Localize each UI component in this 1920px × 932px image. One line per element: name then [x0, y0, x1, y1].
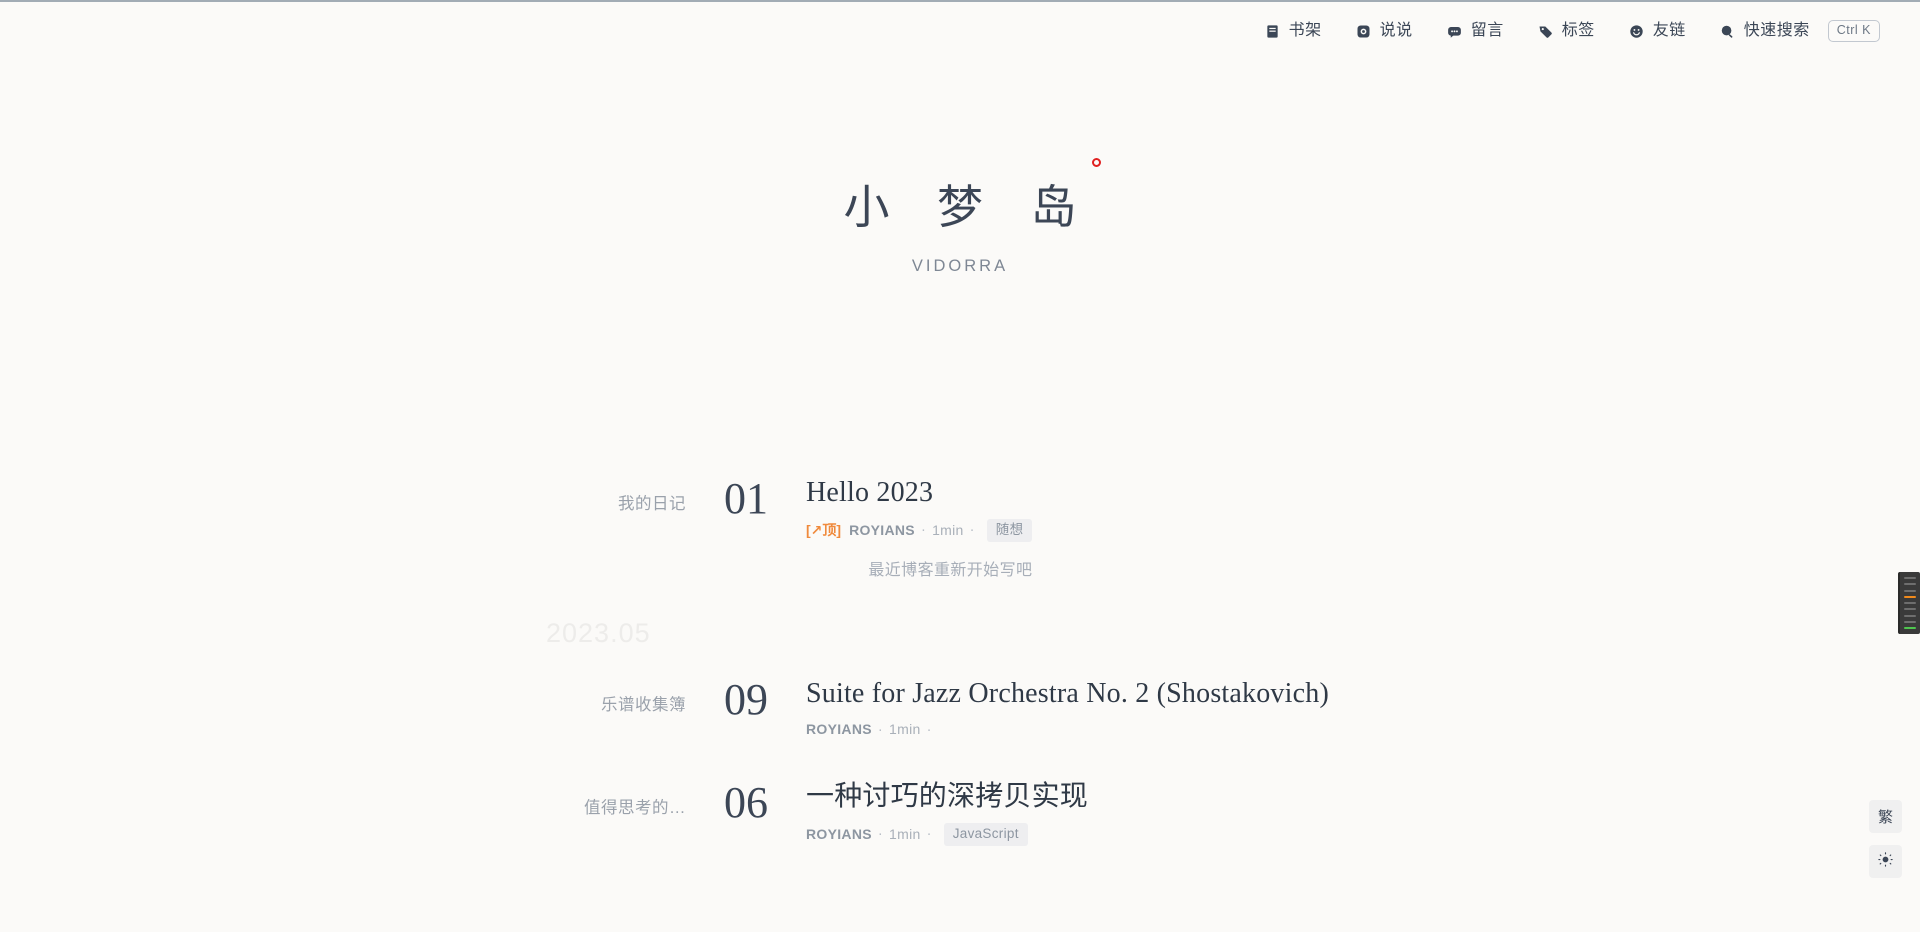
scroll-position-indicator[interactable]: [1898, 572, 1920, 634]
post-read-time: 1min: [889, 721, 921, 738]
tick-mark: [1904, 602, 1916, 604]
post-list: 我的日记 01 Hello 2023 [↗顶] ROYIANS · 1min ·…: [0, 470, 1920, 880]
list-item[interactable]: 我的日记 01 Hello 2023 [↗顶] ROYIANS · 1min ·…: [0, 470, 1920, 580]
post-category[interactable]: 乐谱收集簿: [0, 671, 686, 715]
post-title[interactable]: Hello 2023: [806, 476, 1032, 510]
camera-icon: [1356, 23, 1372, 39]
list-item[interactable]: 值得思考的… 06 一种讨巧的深拷贝实现 ROYIANS · 1min · Ja…: [0, 774, 1920, 846]
search-icon: [1720, 23, 1736, 39]
nav-item-search[interactable]: 快速搜索 Ctrl K: [1720, 20, 1880, 42]
post-day-number: 09: [724, 674, 768, 724]
post-day-number: 06: [724, 778, 768, 828]
site-title-text: 小 梦 岛: [843, 182, 1095, 233]
tick-mark: [1904, 620, 1916, 623]
nav-label: 说说: [1379, 22, 1413, 39]
post-body: Hello 2023 [↗顶] ROYIANS · 1min · 随想 最近博客…: [806, 470, 1033, 580]
tick-mark-current: [1904, 627, 1916, 629]
theme-toggle-button[interactable]: [1869, 845, 1902, 878]
sun-icon: [1878, 852, 1893, 871]
pinned-badge[interactable]: [↗顶]: [806, 521, 841, 541]
tag-icon: [1538, 23, 1554, 39]
post-author: ROYIANS: [849, 521, 915, 538]
hero-section: 小 梦 岛 VIDORRA: [0, 158, 1920, 276]
tick-mark: [1904, 608, 1916, 611]
post-read-time: 1min: [889, 825, 921, 842]
meta-separator: ·: [926, 826, 932, 843]
post-tag[interactable]: 随想: [986, 519, 1033, 542]
post-meta: ROYIANS · 1min ·: [806, 720, 1329, 740]
post-category[interactable]: 值得思考的…: [0, 774, 686, 818]
post-title[interactable]: 一种讨巧的深拷贝实现: [806, 780, 1088, 814]
post-excerpt: 最近博客重新开始写吧: [868, 561, 1033, 579]
floating-controls: 繁: [1869, 800, 1902, 878]
list-item[interactable]: 乐谱收集簿 09 Suite for Jazz Orchestra No. 2 …: [0, 671, 1920, 740]
post-author: ROYIANS: [806, 825, 872, 842]
meta-separator: ·: [969, 522, 975, 539]
nav-item-guestbook[interactable]: 留言: [1447, 23, 1504, 39]
nav-label: 快速搜索: [1743, 22, 1810, 39]
nav-item-bookshelf[interactable]: 书架: [1265, 23, 1322, 39]
meta-separator: ·: [926, 721, 932, 738]
meta-separator: ·: [877, 826, 884, 843]
post-read-time: 1min: [932, 521, 964, 538]
traditional-chinese-label: 繁: [1877, 809, 1893, 826]
post-title[interactable]: Suite for Jazz Orchestra No. 2 (Shostako…: [806, 677, 1329, 711]
message-icon: [1447, 23, 1463, 39]
year-separator: 2023.05: [546, 617, 651, 648]
tick-mark: [1904, 583, 1916, 586]
title-dot-icon: [1091, 158, 1101, 167]
search-shortcut-badge: Ctrl K: [1827, 20, 1880, 42]
tick-mark: [1904, 614, 1916, 617]
post-category[interactable]: 我的日记: [0, 470, 686, 514]
smiley-icon: [1629, 23, 1645, 39]
nav-label: 书架: [1288, 22, 1322, 39]
post-tag[interactable]: JavaScript: [943, 823, 1028, 846]
tick-mark: [1904, 577, 1916, 579]
nav-item-tags[interactable]: 标签: [1538, 23, 1595, 39]
tick-mark-active: [1904, 595, 1916, 598]
meta-separator: ·: [920, 522, 927, 539]
post-body: 一种讨巧的深拷贝实现 ROYIANS · 1min · JavaScript: [806, 774, 1088, 846]
post-meta: ROYIANS · 1min · JavaScript: [806, 823, 1088, 846]
traditional-chinese-toggle[interactable]: 繁: [1869, 800, 1902, 833]
tick-mark: [1904, 589, 1916, 592]
nav-item-friends[interactable]: 友链: [1629, 23, 1686, 39]
main-navigation: 书架 说说 留言 标签 友链 快速搜索 Ctrl K: [1265, 18, 1880, 44]
top-accent-line: [0, 0, 1920, 2]
nav-item-moments[interactable]: 说说: [1356, 23, 1413, 39]
meta-separator: ·: [877, 721, 884, 738]
nav-label: 标签: [1561, 22, 1595, 39]
site-subtitle: VIDORRA: [911, 257, 1009, 276]
site-title[interactable]: 小 梦 岛: [826, 158, 1101, 235]
post-meta: [↗顶] ROYIANS · 1min · 随想: [806, 519, 1033, 542]
nav-label: 友链: [1652, 22, 1686, 39]
post-author: ROYIANS: [806, 721, 872, 738]
book-icon: [1265, 23, 1281, 39]
post-day-number: 01: [724, 474, 768, 523]
post-body: Suite for Jazz Orchestra No. 2 (Shostako…: [806, 671, 1329, 740]
nav-label: 留言: [1470, 22, 1504, 39]
